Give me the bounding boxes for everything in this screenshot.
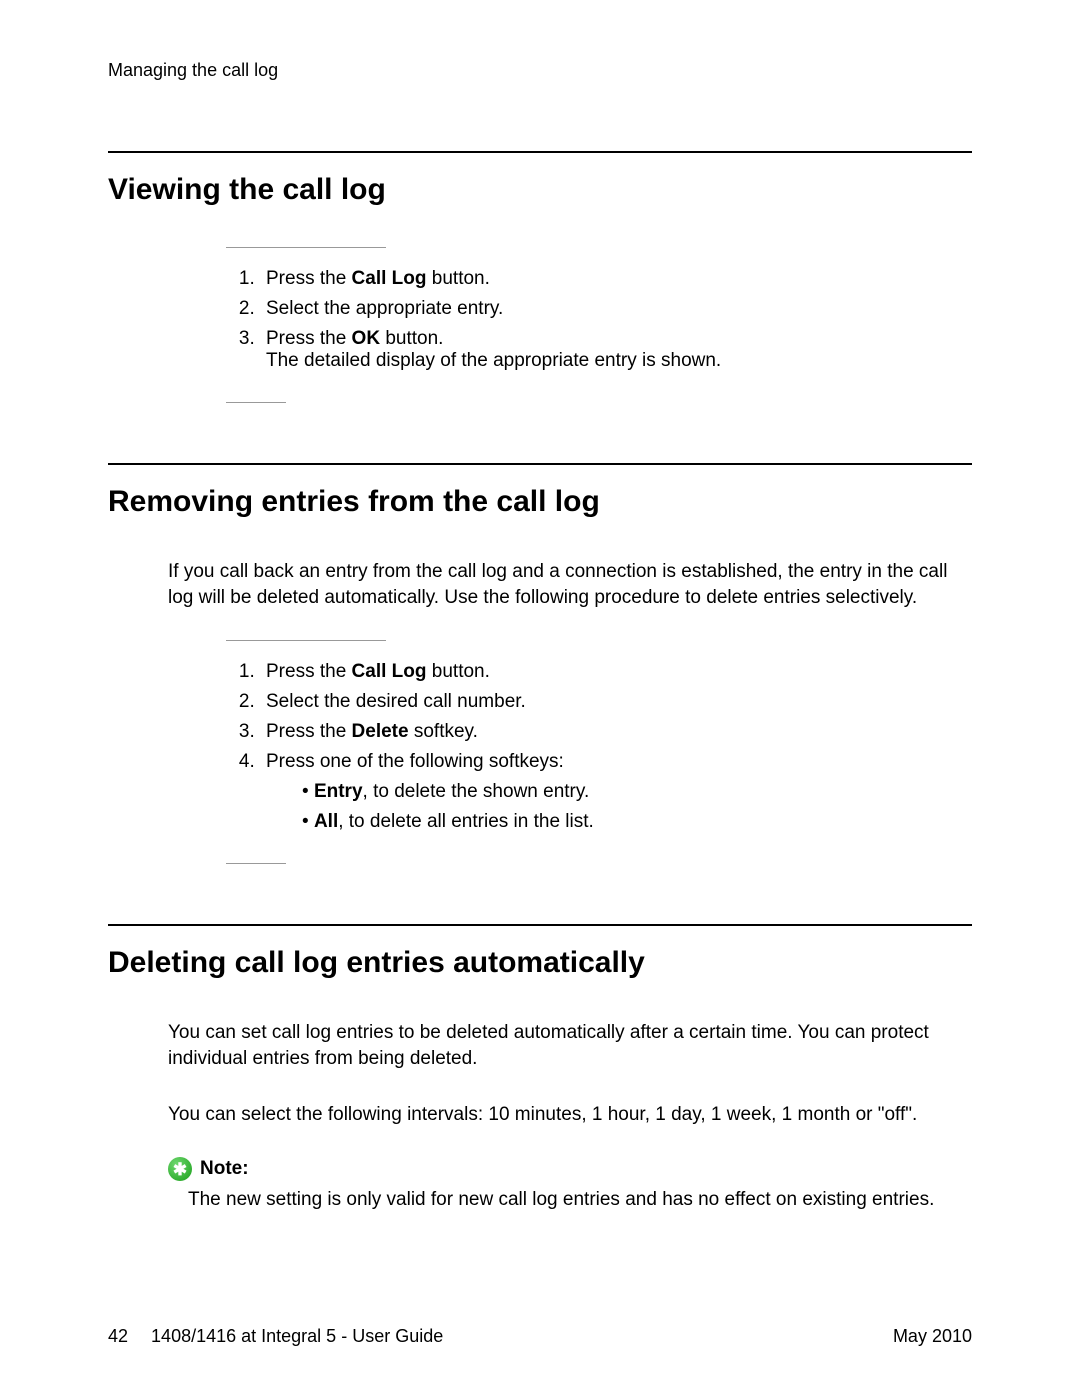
step-item: Press the Call Log button. bbox=[260, 661, 972, 683]
step-item: Press the Delete softkey. bbox=[260, 721, 972, 743]
substep-item: Entry, to delete the shown entry. bbox=[296, 781, 972, 803]
step-text: Select the appropriate entry. bbox=[266, 298, 503, 319]
step-text: Press the bbox=[266, 328, 352, 349]
section-para: You can set call log entries to be delet… bbox=[168, 1020, 972, 1071]
section-intro: If you call back an entry from the call … bbox=[168, 559, 972, 610]
steps-list: Press the Call Log button. Select the de… bbox=[260, 661, 972, 833]
note-text: The new setting is only valid for new ca… bbox=[188, 1187, 972, 1213]
substep-text: , to delete the shown entry. bbox=[363, 781, 590, 802]
substep-item: All, to delete all entries in the list. bbox=[296, 811, 972, 833]
step-item: Press the OK button. The detailed displa… bbox=[260, 328, 972, 372]
note-label: Note: bbox=[200, 1158, 249, 1180]
section-deleting-automatically: Deleting call log entries automatically … bbox=[108, 924, 972, 1213]
step-text: Press the bbox=[266, 721, 352, 742]
step-item: Press one of the following softkeys: Ent… bbox=[260, 751, 972, 833]
section-removing-entries: Removing entries from the call log If yo… bbox=[108, 463, 972, 864]
procedure-end-rule bbox=[226, 863, 286, 864]
step-item: Select the desired call number. bbox=[260, 691, 972, 713]
substeps-list: Entry, to delete the shown entry. All, t… bbox=[296, 781, 972, 833]
note-block: ✱ Note: The new setting is only valid fo… bbox=[168, 1157, 972, 1213]
step-bold: OK bbox=[352, 328, 381, 349]
procedure-start-rule bbox=[226, 247, 386, 248]
section-divider bbox=[108, 151, 972, 153]
procedure-start-rule bbox=[226, 640, 386, 641]
substep-bold: All bbox=[314, 811, 338, 832]
star-icon: ✱ bbox=[168, 1157, 192, 1181]
step-bold: Delete bbox=[352, 721, 409, 742]
substep-bold: Entry bbox=[314, 781, 363, 802]
step-text: button. bbox=[427, 661, 490, 682]
section-title: Removing entries from the call log bbox=[108, 485, 972, 519]
step-text: Press the bbox=[266, 268, 352, 289]
footer-date: May 2010 bbox=[893, 1326, 972, 1347]
footer-left: 42 1408/1416 at Integral 5 - User Guide bbox=[108, 1326, 443, 1347]
section-title: Viewing the call log bbox=[108, 173, 972, 207]
section-divider bbox=[108, 463, 972, 465]
substep-text: , to delete all entries in the list. bbox=[338, 811, 594, 832]
section-divider bbox=[108, 924, 972, 926]
step-item: Press the Call Log button. bbox=[260, 268, 972, 290]
step-text: Press one of the following softkeys: bbox=[266, 751, 564, 772]
section-title: Deleting call log entries automatically bbox=[108, 946, 972, 980]
step-text: softkey. bbox=[409, 721, 478, 742]
section-viewing-call-log: Viewing the call log Press the Call Log … bbox=[108, 151, 972, 403]
step-bold: Call Log bbox=[352, 661, 427, 682]
running-header: Managing the call log bbox=[108, 60, 972, 81]
note-header: ✱ Note: bbox=[168, 1157, 972, 1181]
step-text: button. bbox=[380, 328, 443, 349]
step-text: button. bbox=[427, 268, 490, 289]
steps-list: Press the Call Log button. Select the ap… bbox=[260, 268, 972, 372]
step-text: Press the bbox=[266, 661, 352, 682]
page-number: 42 bbox=[108, 1326, 128, 1346]
step-bold: Call Log bbox=[352, 268, 427, 289]
section-para: You can select the following intervals: … bbox=[168, 1102, 972, 1128]
step-text: Select the desired call number. bbox=[266, 691, 526, 712]
doc-title: 1408/1416 at Integral 5 - User Guide bbox=[151, 1326, 443, 1346]
step-detail: The detailed display of the appropriate … bbox=[266, 350, 972, 372]
step-item: Select the appropriate entry. bbox=[260, 298, 972, 320]
page-footer: 42 1408/1416 at Integral 5 - User Guide … bbox=[108, 1326, 972, 1347]
procedure-end-rule bbox=[226, 402, 286, 403]
